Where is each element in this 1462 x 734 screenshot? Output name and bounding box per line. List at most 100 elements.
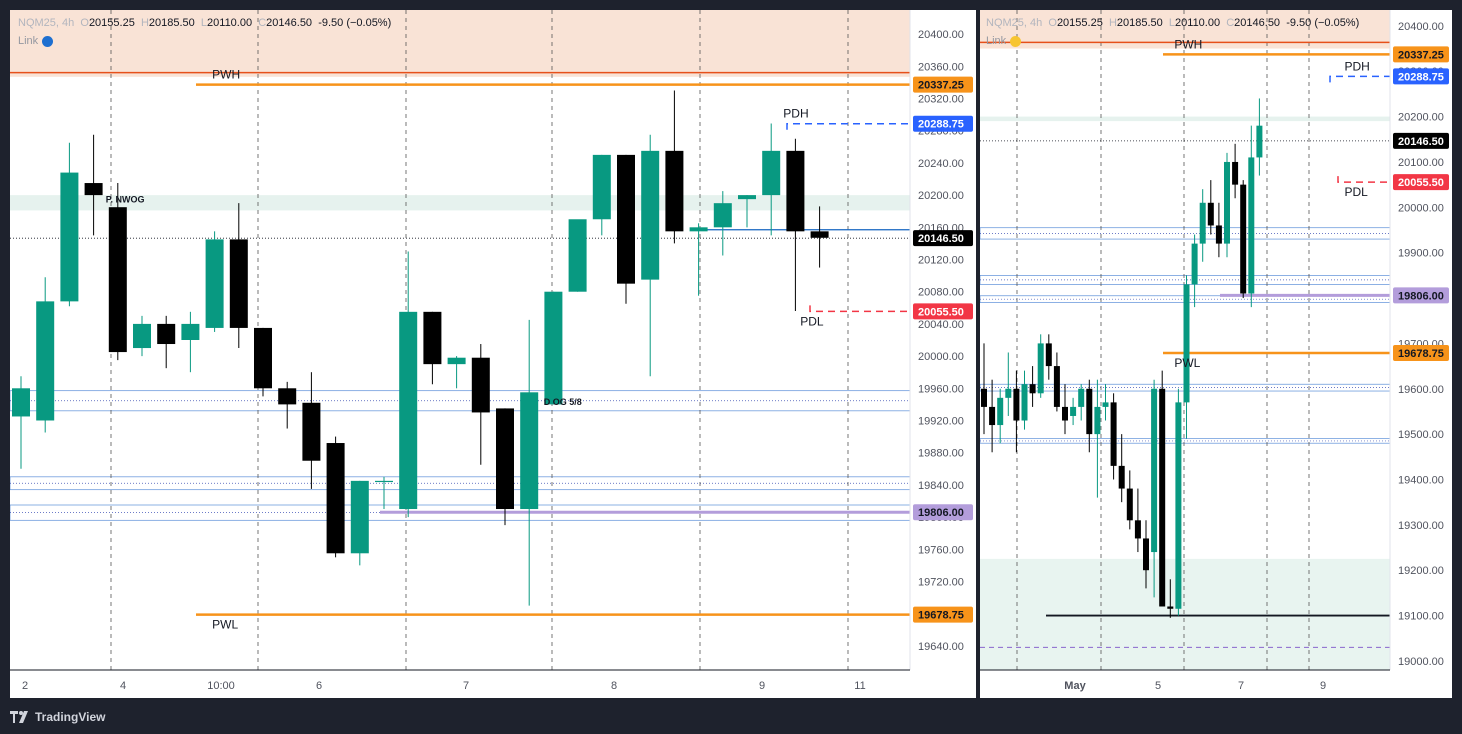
low-value: 20110.00 [207,17,253,29]
candle-body [1029,384,1036,394]
price-label: 19678.75 [918,610,964,622]
candle-body [1078,388,1085,407]
price-label: 20146.50 [918,233,964,245]
time-axis [10,670,976,698]
chart-panel-left[interactable]: PWH PDH P. NWOG PDL D OG 5/8 PWL 20400.00 20360… [10,10,976,698]
x-tick-label: 8 [611,680,617,692]
annotation-1: PDH [783,107,808,121]
price-label: 20288.75 [918,119,964,131]
x-tick-label: May [1064,680,1086,692]
annotation-3: PDL [800,314,824,328]
candle-body [1070,406,1077,416]
candle-body [1159,388,1166,607]
candle-body [1013,388,1020,421]
candlestick-chart-right[interactable]: PWHPDHPDLPWL20400.0020300.0020200.002010… [980,10,1452,698]
candle-body [108,207,127,353]
candle-body [689,227,708,232]
x-tick-label: 2 [22,680,28,692]
close-value: 20146.50 [1234,17,1281,29]
candle-body [544,291,563,405]
zone-band [980,116,1390,122]
candle-body [1053,366,1060,407]
candle-body [1126,488,1133,521]
price-label: 20146.50 [1398,136,1444,148]
candle-body [1118,465,1125,489]
candle-body [229,239,248,328]
candle-body [12,388,30,417]
y-tick-label: 19300.00 [1398,520,1444,532]
candlestick-chart-left[interactable]: PWH PDH P. NWOG PDL D OG 5/8 PWL 20400.00 20360… [10,10,976,698]
x-tick-label: 7 [463,680,469,692]
y-tick-label: 20320.00 [918,94,964,106]
candle-body [1094,406,1101,435]
candle-body [1005,388,1012,398]
y-tick-label: 20000.00 [918,351,964,363]
candle-body [810,231,829,238]
annotation-3: PWL [1174,356,1200,370]
candle-body [350,480,369,554]
candle-body [60,172,79,302]
link-toggle-right[interactable]: Link [986,35,1022,47]
y-tick-label: 20200.00 [918,190,964,202]
y-tick-label: 19900.00 [1398,248,1444,260]
symbol-label: NQM25, 4h [986,17,1043,29]
zone-band [10,195,910,211]
y-tick-label: 20240.00 [918,158,964,170]
candle-body [997,397,1004,426]
candle-body [713,203,732,228]
link-color-dot-icon [1010,35,1022,47]
candle-body [326,443,345,554]
candle-body [375,480,393,483]
candle-body [1045,343,1052,367]
y-tick-label: 20100.00 [1398,157,1444,169]
y-tick-label: 20040.00 [918,319,964,331]
candle-body [1256,125,1263,158]
candle-body [1102,402,1109,407]
y-tick-label: 20200.00 [1398,112,1444,124]
open-value: 20155.25 [1056,17,1103,29]
price-label: 20055.50 [1398,177,1444,189]
x-tick-label: 9 [1320,680,1326,692]
annotation-0: PWH [1174,37,1202,51]
x-tick-label: 7 [1238,680,1244,692]
annotation-4: D OG 5/8 [544,397,582,407]
low-value: 20110.00 [1175,17,1221,29]
candle-body [1037,343,1044,394]
y-tick-label: 19880.00 [918,448,964,460]
y-tick-label: 19920.00 [918,415,964,427]
candle-body [1199,202,1206,244]
price-label: 19678.75 [1398,348,1444,360]
candle-body [1134,520,1141,539]
candle-body [496,408,514,510]
price-label: 19806.00 [1398,290,1444,302]
candle-body [786,150,805,232]
candle-body [1110,402,1117,466]
price-label: 20288.75 [1398,71,1444,83]
high-value: 20185.50 [1116,17,1163,29]
link-label: Link [986,35,1007,47]
ohlc-legend-right: NQM25, 4h O20155.25 H20185.50 L20110.00 … [986,17,1360,29]
candle-body [399,311,418,510]
candle-body [738,195,756,200]
chart-panel-right[interactable]: PWHPDHPDLPWL20400.0020300.0020200.002010… [980,10,1452,698]
link-toggle-left[interactable]: Link [18,35,54,47]
candle-body [423,311,442,365]
y-tick-label: 20400.00 [918,29,964,41]
x-tick-label: 11 [854,680,865,692]
candle-body [181,323,200,340]
y-tick-label: 19720.00 [918,576,964,588]
change-value: -9.50 (−0.05%) [318,17,392,29]
annotation-2: P. NWOG [106,194,145,204]
price-label: 20055.50 [918,306,964,318]
candle-body [1086,388,1093,435]
zone-band [980,558,1390,670]
high-value: 20185.50 [148,17,195,29]
candle-body [302,402,321,461]
tradingview-logo[interactable]: TradingView [10,708,105,726]
candle-body [157,323,176,345]
candle-body [36,301,55,421]
candle-body [592,154,611,220]
x-tick-label: 10:00 [207,680,235,692]
y-tick-label: 19760.00 [918,544,964,556]
price-label: 20337.25 [1398,49,1444,61]
